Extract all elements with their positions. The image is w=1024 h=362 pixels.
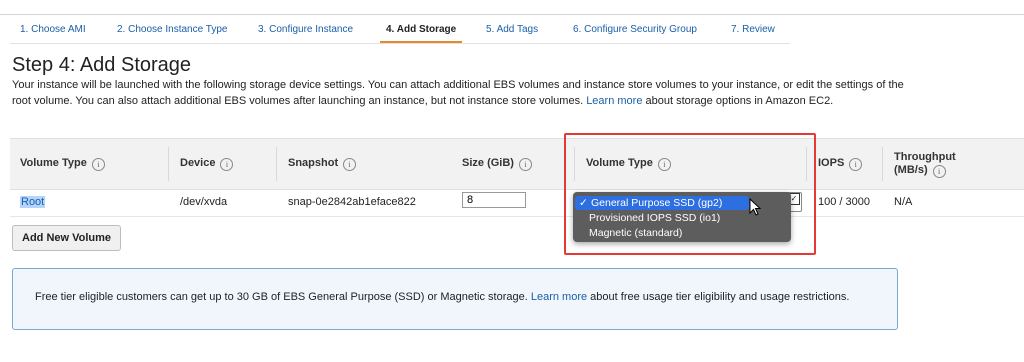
header-device: Device i — [180, 157, 234, 171]
header-throughput: Throughput (MB/s) i — [894, 151, 956, 178]
page-title: Step 4: Add Storage — [12, 54, 192, 76]
tab-add-tags[interactable]: 5. Add Tags — [486, 24, 538, 35]
size-input[interactable] — [462, 192, 526, 208]
top-divider — [0, 14, 1024, 15]
header-iops: IOPS i — [818, 157, 863, 171]
tab-add-storage[interactable]: 4. Add Storage — [379, 24, 463, 44]
step-description: Your instance will be launched with the … — [12, 78, 912, 109]
column-divider — [168, 147, 169, 181]
info-icon[interactable]: i — [220, 158, 234, 171]
info-icon[interactable]: i — [343, 158, 357, 171]
info-icon[interactable]: i — [849, 158, 863, 171]
tab-configure-security-group[interactable]: 6. Configure Security Group — [573, 24, 697, 35]
column-divider — [882, 147, 883, 181]
learn-more-link[interactable]: Learn more — [586, 95, 642, 107]
tab-choose-instance-type[interactable]: 2. Choose Instance Type — [117, 24, 227, 35]
info-icon[interactable]: i — [518, 158, 532, 171]
add-new-volume-button[interactable]: Add New Volume — [12, 225, 122, 251]
storage-table-header: Volume Type i Device i Snapshot i Size (GiB… — [10, 138, 1024, 190]
info-icon[interactable]: i — [91, 158, 105, 171]
description-text-tail: about storage options in Amazon EC2. — [642, 94, 834, 107]
free-tier-text: Free tier eligible customers can get up … — [35, 291, 850, 303]
cell-iops: 100 / 3000 — [818, 196, 870, 208]
tabs-divider — [10, 43, 790, 44]
header-snapshot: Snapshot i — [288, 157, 357, 171]
info-icon[interactable]: i — [932, 165, 946, 178]
header-volume-type: Volume Type i — [20, 157, 105, 171]
cell-snapshot: snap-0e2842ab1eface822 — [288, 196, 416, 208]
cell-volume-type: Root — [20, 196, 46, 208]
cell-device: /dev/xvda — [180, 196, 228, 208]
header-size: Size (GiB) i — [462, 157, 532, 171]
cell-throughput: N/A — [894, 196, 913, 208]
free-tier-learn-more-link[interactable]: Learn more — [531, 291, 587, 303]
tab-review[interactable]: 7. Review — [731, 24, 775, 35]
column-divider — [276, 147, 277, 181]
tab-configure-instance[interactable]: 3. Configure Instance — [258, 24, 353, 35]
table-row: Root /dev/xvda snap-0e2842ab1eface822 ✓ … — [10, 188, 1024, 217]
free-tier-info-box: Free tier eligible customers can get up … — [12, 268, 898, 330]
tab-choose-ami[interactable]: 1. Choose AMI — [20, 24, 86, 35]
highlight-box — [564, 133, 816, 255]
